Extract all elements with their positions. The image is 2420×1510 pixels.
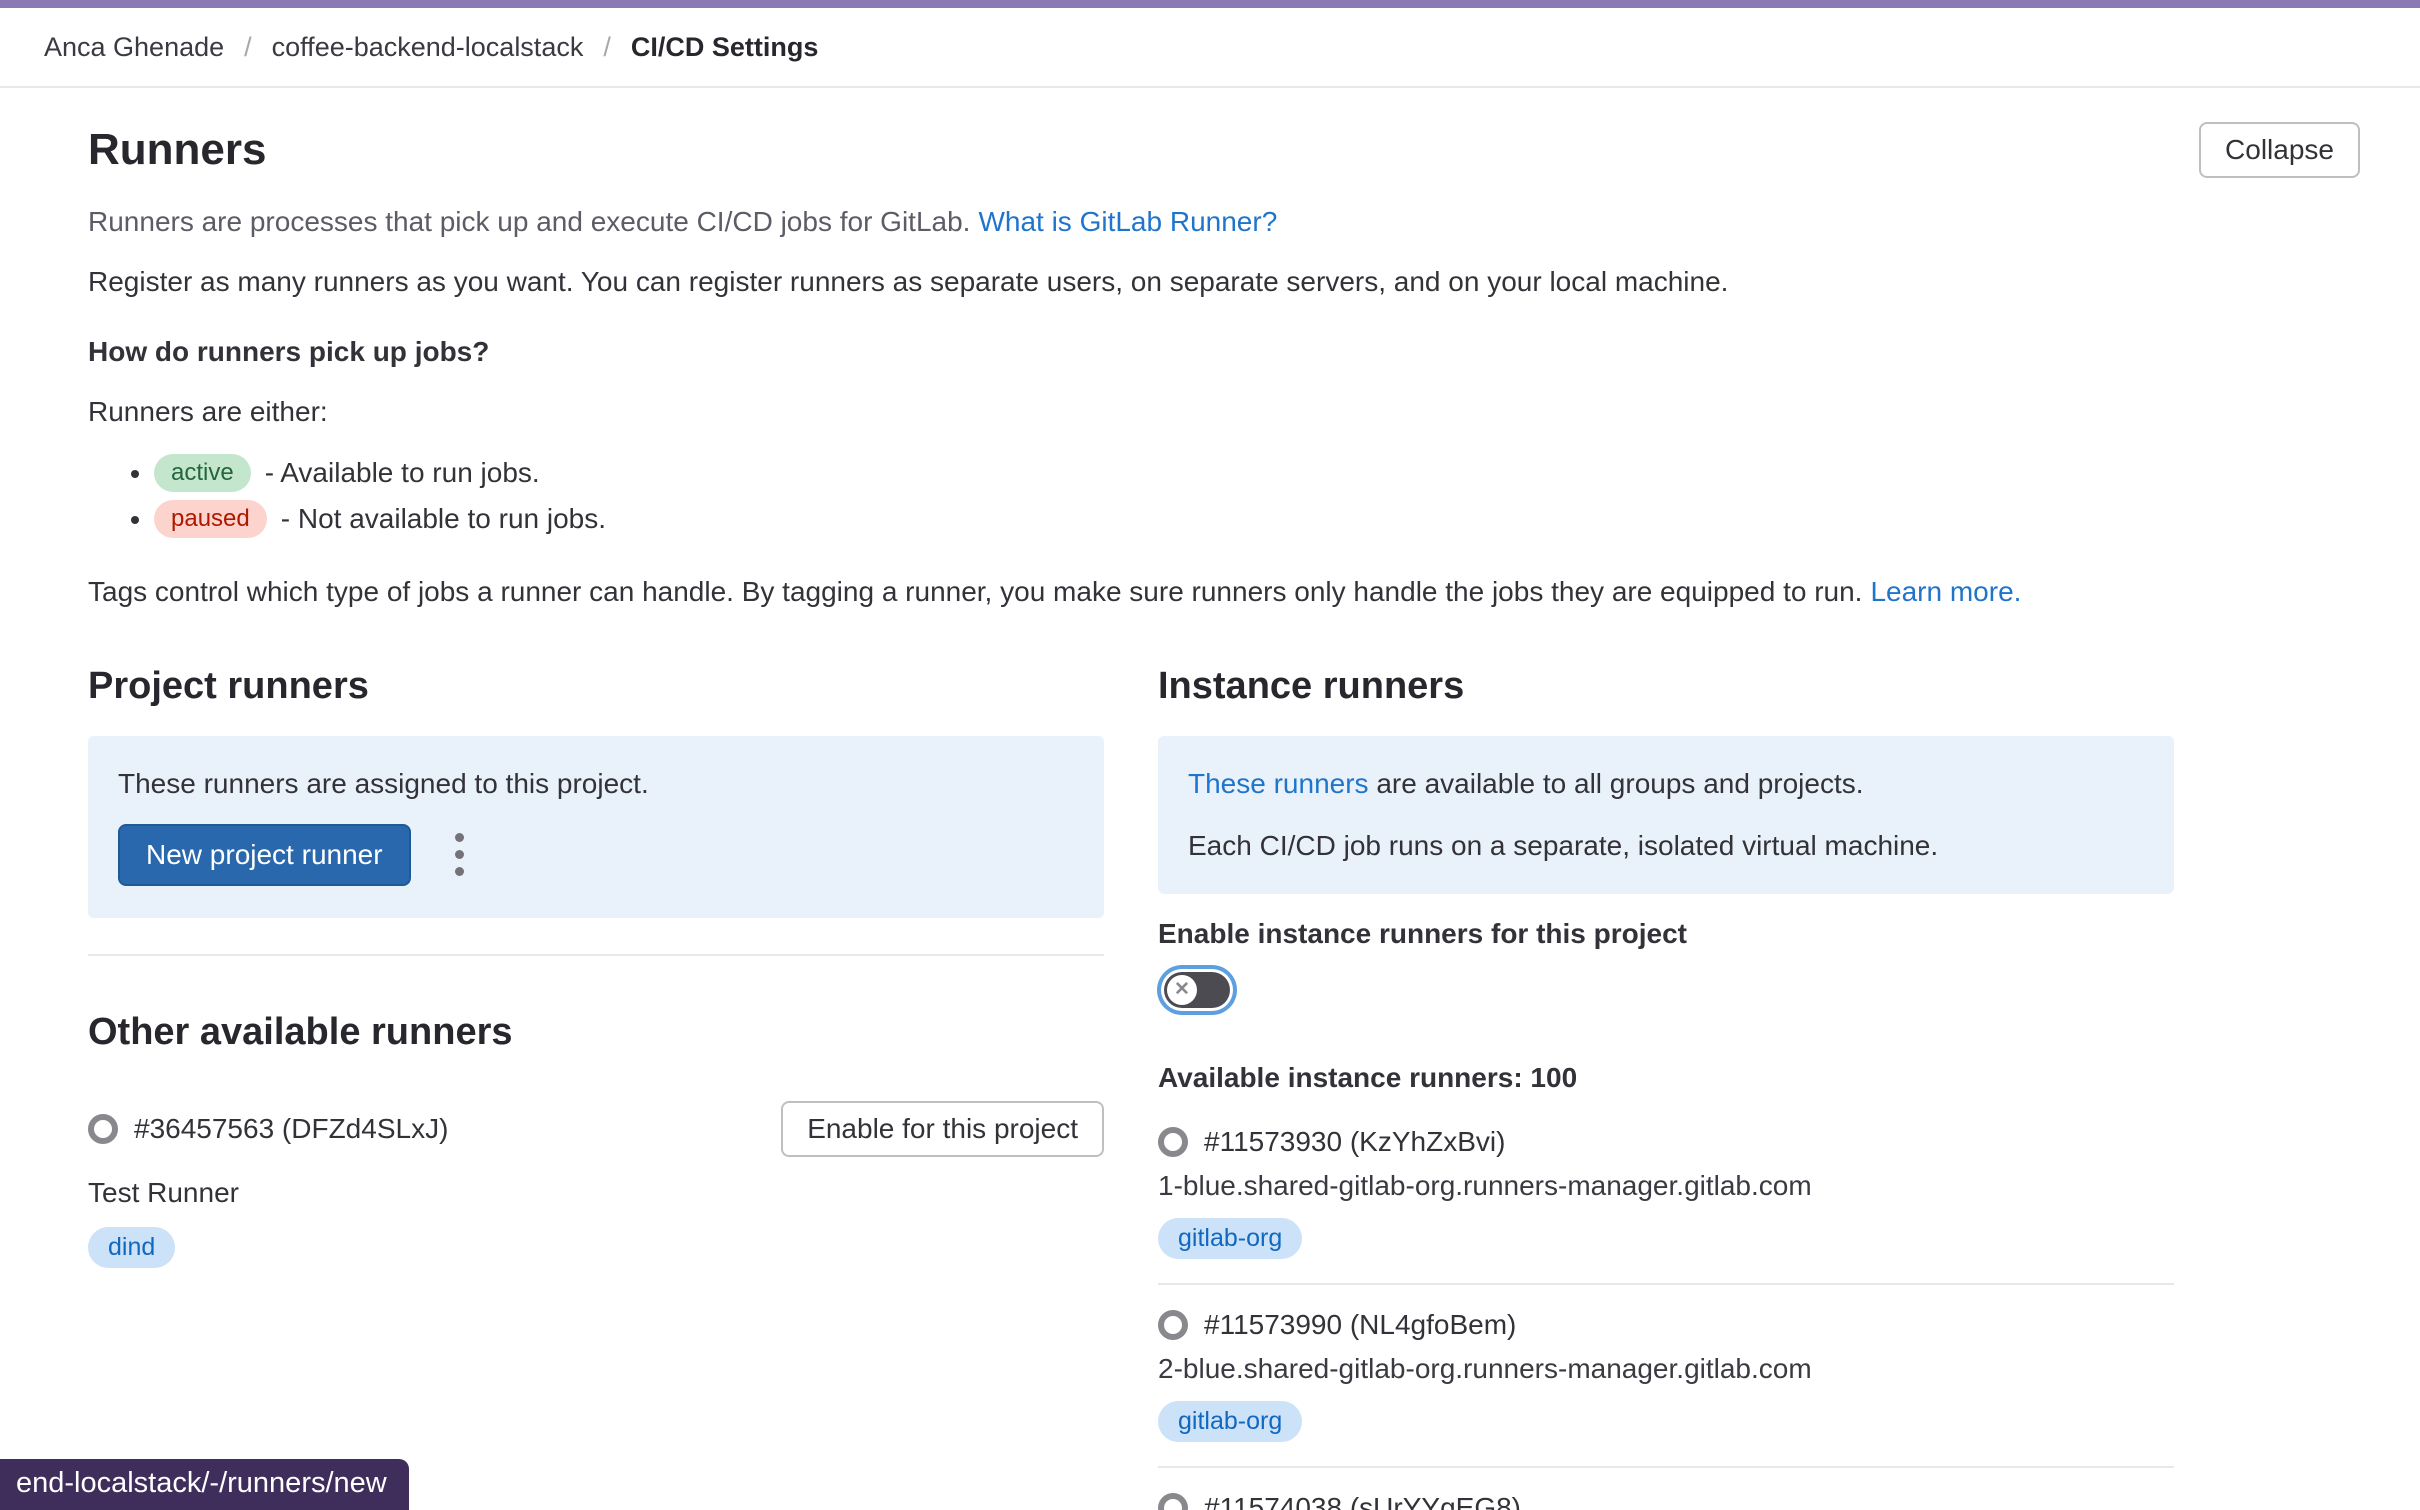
- runner-identity: #11573990 (NL4gfoBem): [1158, 1309, 2174, 1341]
- link-url-preview: end-localstack/-/runners/new: [0, 1459, 409, 1510]
- project-runners-section: Project runners These runners are assign…: [88, 664, 1104, 1510]
- instance-runners-section: Instance runners These runners are avail…: [1158, 664, 2174, 1510]
- paused-status-description: - Not available to run jobs.: [281, 503, 606, 534]
- runners-intro-text: Runners are processes that pick up and e…: [88, 206, 970, 237]
- breadcrumb: Anca Ghenade / coffee-backend-localstack…: [0, 8, 2420, 88]
- runner-columns: Project runners These runners are assign…: [88, 664, 2360, 1510]
- runner-id-link[interactable]: #11573990 (NL4gfoBem): [1204, 1309, 1516, 1341]
- runner-offline-status-icon: [1158, 1310, 1188, 1340]
- runner-identity: #11573930 (KzYhZxBvi): [1158, 1126, 2174, 1158]
- instance-runners-info-line1: These runners are available to all group…: [1188, 768, 2144, 800]
- instance-runners-toggle[interactable]: ✕: [1164, 972, 1230, 1008]
- instance-runner-item: #11573990 (NL4gfoBem) 2-blue.shared-gitl…: [1158, 1309, 2174, 1442]
- project-runners-actions: New project runner: [118, 824, 1074, 886]
- runner-id-link[interactable]: #36457563 (DFZd4SLxJ): [134, 1113, 448, 1145]
- runner-tag-badge[interactable]: gitlab-org: [1158, 1401, 1302, 1442]
- runner-status-list: active - Available to run jobs. paused - N…: [88, 454, 2360, 538]
- runner-host: 2-blue.shared-gitlab-org.runners-manager…: [1158, 1353, 2174, 1385]
- toggle-off-x-icon: ✕: [1167, 975, 1197, 1005]
- register-text: Register as many runners as you want. Yo…: [88, 266, 2360, 298]
- active-status-description: - Available to run jobs.: [265, 457, 540, 488]
- tags-description: Tags control which type of jobs a runner…: [88, 576, 2360, 608]
- list-divider: [1158, 1466, 2174, 1468]
- enable-instance-runners-heading: Enable instance runners for this project: [1158, 918, 2174, 950]
- learn-more-link[interactable]: Learn more.: [1870, 576, 2021, 607]
- runner-description: Test Runner: [88, 1177, 1104, 1209]
- how-runners-pick-up-jobs-heading: How do runners pick up jobs?: [88, 336, 2360, 368]
- available-runner-row: #36457563 (DFZd4SLxJ) Enable for this pr…: [88, 1101, 1104, 1157]
- breadcrumb-user[interactable]: Anca Ghenade: [44, 32, 224, 63]
- runner-identity: #11574038 (sUrYYgEG8): [1158, 1492, 2174, 1510]
- project-runners-title: Project runners: [88, 664, 1104, 710]
- runner-host: 1-blue.shared-gitlab-org.runners-manager…: [1158, 1170, 2174, 1202]
- kebab-menu-icon[interactable]: [449, 827, 470, 882]
- list-divider: [1158, 1283, 2174, 1285]
- other-available-runners-title: Other available runners: [88, 1010, 1104, 1056]
- runner-tag-badge[interactable]: gitlab-org: [1158, 1218, 1302, 1259]
- runners-settings-section: Runners Collapse Runners are processes t…: [0, 88, 2420, 1510]
- new-project-runner-button[interactable]: New project runner: [118, 824, 411, 886]
- instance-runner-list: #11573930 (KzYhZxBvi) 1-blue.shared-gitl…: [1158, 1126, 2174, 1510]
- list-item-active: active - Available to run jobs.: [154, 454, 2360, 492]
- paused-status-badge: paused: [154, 500, 267, 538]
- collapse-button[interactable]: Collapse: [2199, 122, 2360, 178]
- runner-id-link[interactable]: #11574038 (sUrYYgEG8): [1204, 1492, 1521, 1510]
- runner-tag-badge[interactable]: dind: [88, 1227, 175, 1268]
- instance-runners-info-line2: Each CI/CD job runs on a separate, isola…: [1188, 830, 2144, 862]
- breadcrumb-separator: /: [244, 32, 252, 63]
- breadcrumb-project[interactable]: coffee-backend-localstack: [272, 32, 584, 63]
- top-accent-bar: [0, 0, 2420, 8]
- runners-intro: Runners are processes that pick up and e…: [88, 206, 2360, 238]
- runner-identity: #36457563 (DFZd4SLxJ): [88, 1113, 448, 1145]
- project-runners-info-box: These runners are assigned to this proje…: [88, 736, 1104, 918]
- runners-are-either-text: Runners are either:: [88, 396, 2360, 428]
- available-instance-runners-heading: Available instance runners: 100: [1158, 1062, 2174, 1094]
- runner-offline-status-icon: [1158, 1493, 1188, 1510]
- instance-runners-title: Instance runners: [1158, 664, 2174, 710]
- instance-runners-info-text: are available to all groups and projects…: [1369, 768, 1864, 799]
- breadcrumb-current-page: CI/CD Settings: [631, 32, 819, 63]
- list-item-paused: paused - Not available to run jobs.: [154, 500, 2360, 538]
- project-runners-info-text: These runners are assigned to this proje…: [118, 768, 1074, 800]
- runner-offline-status-icon: [88, 1114, 118, 1144]
- section-divider: [88, 954, 1104, 956]
- instance-runners-info-box: These runners are available to all group…: [1158, 736, 2174, 894]
- runner-id-link[interactable]: #11573930 (KzYhZxBvi): [1204, 1126, 1505, 1158]
- breadcrumb-separator: /: [603, 32, 611, 63]
- runner-offline-status-icon: [1158, 1127, 1188, 1157]
- tags-description-text: Tags control which type of jobs a runner…: [88, 576, 1862, 607]
- what-is-gitlab-runner-link[interactable]: What is GitLab Runner?: [978, 206, 1277, 237]
- section-header: Runners Collapse: [88, 122, 2360, 178]
- page-title: Runners: [88, 124, 266, 177]
- instance-runner-item: #11574038 (sUrYYgEG8) 3-blue.shared-gitl…: [1158, 1492, 2174, 1510]
- instance-runner-item: #11573930 (KzYhZxBvi) 1-blue.shared-gitl…: [1158, 1126, 2174, 1259]
- active-status-badge: active: [154, 454, 251, 492]
- enable-for-this-project-button[interactable]: Enable for this project: [781, 1101, 1104, 1157]
- these-runners-link[interactable]: These runners: [1188, 768, 1369, 799]
